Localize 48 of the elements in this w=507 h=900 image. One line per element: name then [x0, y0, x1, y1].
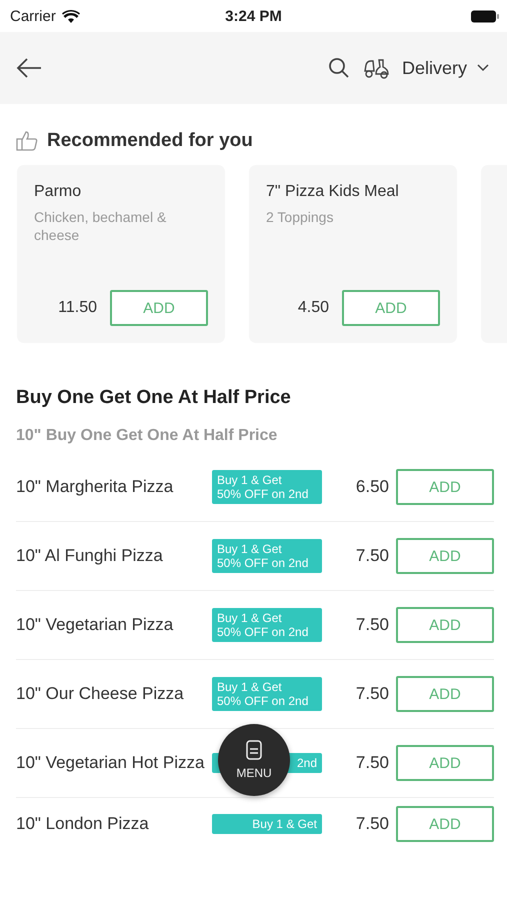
thumbs-up-icon — [16, 131, 38, 151]
add-button[interactable]: ADD — [396, 745, 494, 781]
add-button[interactable]: ADD — [396, 538, 494, 574]
offer-badge: Buy 1 & Get 50% OFF on 2nd — [212, 538, 322, 574]
product-card[interactable]: Parmo Chicken, bechamel & cheese 11.50 ADD — [17, 165, 225, 343]
delivery-dropdown[interactable]: Delivery — [402, 58, 489, 78]
add-button[interactable]: ADD — [342, 290, 440, 326]
product-price: 7.50 — [354, 546, 390, 566]
menu-button[interactable]: MENU — [218, 724, 290, 796]
product-name: 10" Al Funghi Pizza — [16, 544, 164, 567]
carrier-name: Carrier — [10, 8, 56, 24]
scooter-icon — [362, 57, 390, 79]
product-description: Chicken, bechamel & cheese — [34, 209, 168, 244]
product-price: 7.50 — [354, 684, 390, 704]
product-name: 10" Our Cheese Pizza — [16, 682, 185, 705]
menu-card-icon — [246, 740, 262, 760]
chevron-down-icon — [477, 64, 489, 72]
product-name: 10" Margherita Pizza — [16, 476, 174, 498]
add-button[interactable]: ADD — [110, 290, 208, 326]
product-price: 6.50 — [354, 477, 390, 497]
offer-badge: Buy 1 & Get — [212, 814, 322, 834]
section-heading: Recommended for you — [47, 130, 253, 152]
search-icon[interactable] — [328, 57, 350, 79]
product-name: 10" Vegetarian Hot Pizza — [16, 752, 206, 774]
add-button[interactable]: ADD — [396, 806, 494, 842]
subsection-heading: 10" Buy One Get One At Half Price — [16, 427, 278, 445]
product-name: 10" London Pizza — [16, 812, 150, 835]
product-price: 7.50 — [354, 814, 390, 834]
offer-badge: Buy 1 & Get 50% OFF on 2nd — [212, 470, 322, 504]
product-price: 4.50 — [298, 299, 329, 317]
product-price: 7.50 — [354, 753, 390, 773]
section-heading: Buy One Get One At Half Price — [16, 387, 292, 409]
add-button[interactable]: ADD — [396, 469, 494, 505]
add-button[interactable]: ADD — [396, 607, 494, 643]
product-name: 10" Vegetarian Pizza — [16, 614, 174, 636]
product-price: 7.50 — [354, 615, 390, 635]
product-price: 11.50 — [58, 299, 97, 317]
offer-badge: Buy 1 & Get 50% OFF on 2nd — [212, 608, 322, 642]
product-name: Parmo — [34, 183, 82, 201]
add-button[interactable]: ADD — [396, 676, 494, 712]
status-time: 3:24 PM — [224, 8, 283, 24]
product-name: 7" Pizza Kids Meal — [266, 183, 400, 201]
offer-badge: Buy 1 & Get 50% OFF on 2nd — [212, 676, 322, 712]
battery-icon — [471, 10, 499, 22]
back-arrow-icon[interactable] — [16, 58, 42, 78]
product-description: 2 Toppings — [266, 209, 334, 226]
product-card[interactable]: 7" Pizza Kids Meal 2 Toppings 4.50 ADD — [249, 165, 457, 343]
wifi-icon — [62, 10, 80, 22]
